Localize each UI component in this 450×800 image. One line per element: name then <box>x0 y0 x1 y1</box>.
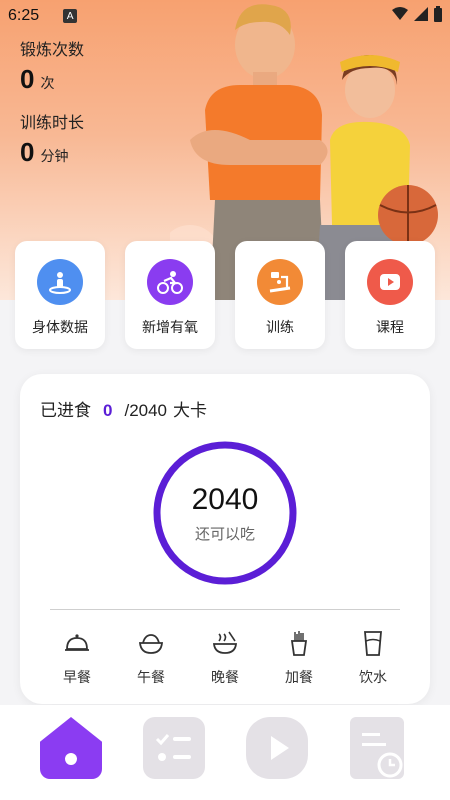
dinner-button[interactable]: 晚餐 <box>195 629 255 687</box>
water-glass-icon <box>364 631 382 656</box>
lunch-button[interactable]: 午餐 <box>121 629 181 687</box>
battery-icon <box>434 6 442 22</box>
nav-home[interactable]: 首页 <box>40 717 102 779</box>
report-icon <box>350 717 404 779</box>
fries-icon <box>290 631 308 656</box>
nav-profile[interactable]: 我的 <box>350 717 412 779</box>
remaining-calories: 2040 <box>191 482 259 516</box>
status-icons <box>392 6 442 22</box>
rice-bowl-icon <box>139 634 163 654</box>
home-icon <box>40 717 102 779</box>
play-icon <box>367 259 413 305</box>
status-bar: 6:25 A <box>0 0 450 32</box>
divider <box>50 609 400 610</box>
noodle-bowl-icon <box>212 631 238 654</box>
calorie-unit: 大卡 <box>173 401 208 421</box>
dinner-label: 晚餐 <box>211 670 239 686</box>
training-duration-stat: 训练时长 0 分钟 <box>20 109 84 168</box>
training-duration-unit: 分钟 <box>40 149 69 165</box>
calorie-ring: 2040 还可以吃 <box>153 441 297 585</box>
checklist-icon <box>143 717 205 779</box>
quick-actions: 身体数据 新增有氧 训练 课程 <box>15 241 435 349</box>
eaten-value: 0 <box>103 401 113 420</box>
workout-count-unit: 次 <box>40 76 55 92</box>
snack-button[interactable]: 加餐 <box>269 629 329 687</box>
video-icon <box>246 717 308 779</box>
meal-row: 早餐 午餐 晚餐 加餐 饮水 <box>40 629 410 687</box>
status-time: 6:25 <box>8 7 40 24</box>
training-label: 训练 <box>266 320 294 336</box>
workout-count-label: 锻炼次数 <box>20 40 85 59</box>
add-cardio-button[interactable]: 新增有氧 <box>125 241 215 349</box>
bottom-nav: 首页 计划 课程 我的 <box>0 705 450 800</box>
lunch-label: 午餐 <box>137 670 165 686</box>
breakfast-label: 早餐 <box>63 670 91 686</box>
workout-count-stat: 锻炼次数 0 次 <box>20 36 84 95</box>
training-duration-value: 0 <box>20 137 35 167</box>
nav-course[interactable]: 课程 <box>246 717 308 779</box>
add-cardio-label: 新增有氧 <box>142 320 198 336</box>
calorie-goal: /2040 <box>124 401 168 420</box>
snack-label: 加餐 <box>285 670 313 686</box>
breakfast-button[interactable]: 早餐 <box>47 629 107 687</box>
course-button[interactable]: 课程 <box>345 241 435 349</box>
body-data-button[interactable]: 身体数据 <box>15 241 105 349</box>
body-data-label: 身体数据 <box>32 320 88 336</box>
water-label: 饮水 <box>359 670 387 686</box>
training-duration-label: 训练时长 <box>20 113 85 132</box>
body-scale-icon <box>37 259 83 305</box>
cloche-icon <box>65 634 89 651</box>
remaining-label: 还可以吃 <box>194 524 255 543</box>
nav-plan[interactable]: 计划 <box>143 717 205 779</box>
signal-icon <box>414 7 428 21</box>
treadmill-icon <box>257 259 303 305</box>
calorie-card: 已进食 0 /2040 大卡 2040 还可以吃 早餐 午餐 晚餐 加餐 饮水 <box>20 374 430 704</box>
workout-count-value: 0 <box>20 64 35 94</box>
water-button[interactable]: 饮水 <box>343 629 403 687</box>
cycling-icon <box>147 259 193 305</box>
eaten-label: 已进食 <box>40 401 91 421</box>
calorie-header: 已进食 0 /2040 大卡 <box>40 396 207 421</box>
training-button[interactable]: 训练 <box>235 241 325 349</box>
course-label: 课程 <box>376 320 404 336</box>
wifi-icon <box>392 7 408 20</box>
notification-badge: A <box>63 9 78 23</box>
